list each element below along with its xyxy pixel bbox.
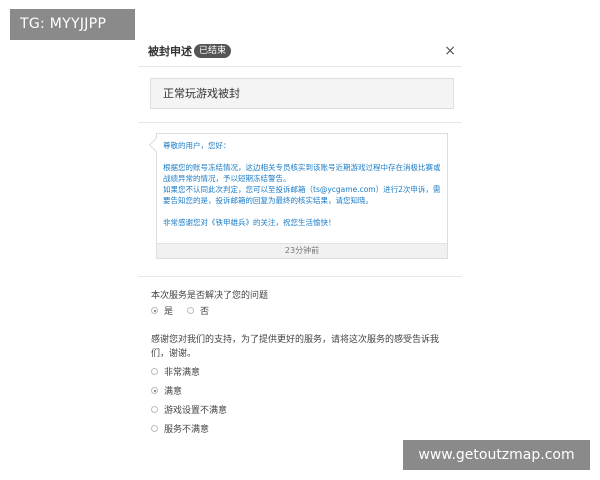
satisfaction-option-very-satisfied[interactable]: 非常满意 xyxy=(151,362,227,381)
option-game-settings-label: 游戏设置不满意 xyxy=(164,406,228,416)
satisfaction-options: 非常满意 满意 游戏设置不满意 服务不满意 xyxy=(151,362,227,438)
reason-divider xyxy=(138,122,462,123)
question-resolved: 本次服务是否解决了您的问题 xyxy=(151,291,269,301)
option-service-label: 服务不满意 xyxy=(164,425,210,435)
reply-message: 尊敬的用户，您好： 根据您的账号冻结情况，这边相关专员核实到该账号近期游戏过程中… xyxy=(148,133,448,259)
message-line-3: 非常感谢您对《铁甲雄兵》的关注，祝您生活愉快！ xyxy=(163,218,336,227)
page: TG: MYYJJPP 被封申述 已结束 × 正常玩游戏被封 尊敬的用户，您好：… xyxy=(0,0,600,480)
message-divider xyxy=(138,276,462,277)
message-greeting: 尊敬的用户，您好： xyxy=(163,141,231,150)
dialog-header: 被封申述 已结束 × xyxy=(148,40,456,62)
resolved-option-yes[interactable]: 是 xyxy=(151,304,173,317)
satisfaction-option-service[interactable]: 服务不满意 xyxy=(151,419,227,438)
message-body: 尊敬的用户，您好： 根据您的账号冻结情况，这边相关专员核实到该账号近期游戏过程中… xyxy=(163,140,441,228)
radio-no[interactable] xyxy=(187,307,195,314)
satisfaction-option-satisfied[interactable]: 满意 xyxy=(151,381,227,400)
resolved-options: 是 否 xyxy=(151,304,209,317)
message-pointer xyxy=(148,137,164,153)
question-satisfaction: 感谢您对我们的支持，为了提供更好的服务，请将这次服务的感受告诉我们，谢谢。 xyxy=(151,335,440,359)
message-line-2: 如果您不认同此次判定，您可以至投诉邮箱（ts@ycgame.com）进行2次申诉… xyxy=(163,185,441,205)
appeal-dialog: 被封申述 已结束 × 正常玩游戏被封 尊敬的用户，您好： 根据您的账号冻结情况，… xyxy=(138,36,462,446)
watermark-top-left: TG: MYYJJPP xyxy=(10,9,135,40)
option-yes-label: 是 xyxy=(164,307,174,317)
radio-very-satisfied[interactable] xyxy=(151,368,158,375)
option-no-label: 否 xyxy=(200,307,210,317)
dialog-title: 被封申述 xyxy=(148,45,192,58)
header-divider xyxy=(138,66,462,67)
message-line-1: 根据您的账号冻结情况，这边相关专员核实到该账号近期游戏过程中存在消极比赛或战绩异… xyxy=(163,163,441,183)
option-very-satisfied-label: 非常满意 xyxy=(164,368,201,378)
radio-satisfied[interactable] xyxy=(151,387,158,394)
radio-yes[interactable] xyxy=(151,307,158,314)
satisfaction-option-game-settings[interactable]: 游戏设置不满意 xyxy=(151,400,227,419)
appeal-reason: 正常玩游戏被封 xyxy=(150,78,454,109)
close-icon[interactable]: × xyxy=(444,44,456,58)
watermark-bottom-right: www.getoutzmap.com xyxy=(403,440,590,470)
message-timestamp: 23分钟前 xyxy=(157,243,447,258)
status-badge: 已结束 xyxy=(194,44,232,58)
radio-game-settings[interactable] xyxy=(151,406,158,413)
radio-service[interactable] xyxy=(151,425,158,432)
option-satisfied-label: 满意 xyxy=(164,387,183,397)
resolved-option-no[interactable]: 否 xyxy=(187,304,209,317)
